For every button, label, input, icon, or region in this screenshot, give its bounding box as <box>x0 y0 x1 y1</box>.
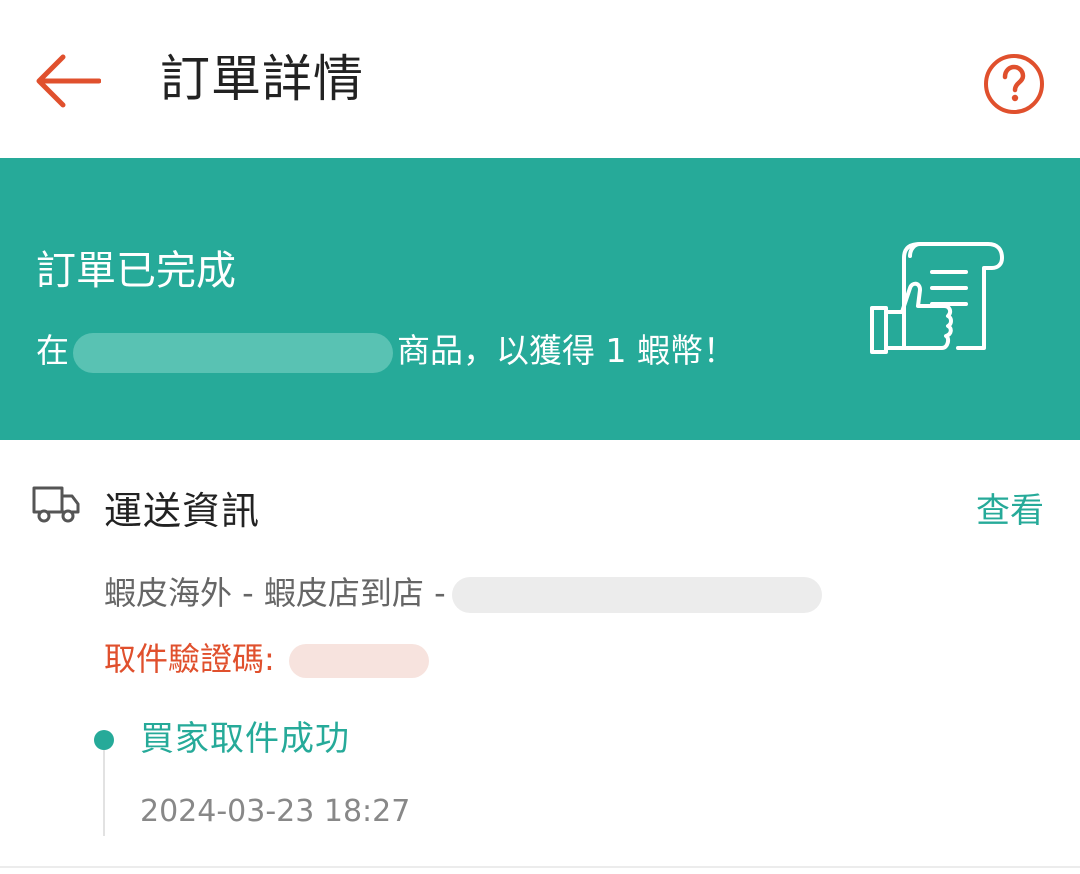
subtitle-prefix: 在 <box>36 331 69 370</box>
help-question-icon <box>984 54 1044 114</box>
timeline-line <box>103 750 105 836</box>
shipping-info-section: 運送資訊 查看 蝦皮海外 - 蝦皮店到店 - 取件驗證碼: 買家取件成功 202… <box>0 440 1080 868</box>
order-status-banner: 訂單已完成 在 商品，以獲得 1 蝦幣！ <box>0 158 1080 440</box>
timeline-dot <box>94 730 114 750</box>
receipt-thumbs-up-icon <box>870 242 1004 354</box>
order-status-title: 訂單已完成 <box>36 248 236 294</box>
subtitle-suffix: 商品，以獲得 1 蝦幣！ <box>397 331 736 370</box>
back-arrow-icon <box>36 54 101 108</box>
top-bar: 訂單詳情 <box>0 0 1080 158</box>
redacted-text <box>73 332 393 373</box>
timeline-status: 買家取件成功 <box>140 719 350 759</box>
redacted-text <box>288 644 429 678</box>
order-status-subtitle: 在 商品，以獲得 1 蝦幣！ <box>36 328 736 374</box>
shipping-method: 蝦皮海外 - 蝦皮店到店 - <box>104 570 822 616</box>
shipping-method-text: 蝦皮海外 - 蝦皮店到店 - <box>104 574 446 612</box>
view-shipping-link[interactable]: 查看 <box>976 488 1044 534</box>
redacted-text <box>451 577 822 613</box>
truck-icon <box>32 486 80 523</box>
pickup-code: 取件驗證碼: <box>104 636 429 682</box>
timeline-time: 2024-03-23 18:27 <box>140 794 411 829</box>
shipping-info-title: 運送資訊 <box>104 489 261 533</box>
help-button[interactable] <box>980 50 1048 118</box>
back-button[interactable] <box>30 46 106 116</box>
page-title: 訂單詳情 <box>160 50 364 108</box>
divider <box>0 866 1080 868</box>
pickup-code-label: 取件驗證碼: <box>104 640 275 678</box>
